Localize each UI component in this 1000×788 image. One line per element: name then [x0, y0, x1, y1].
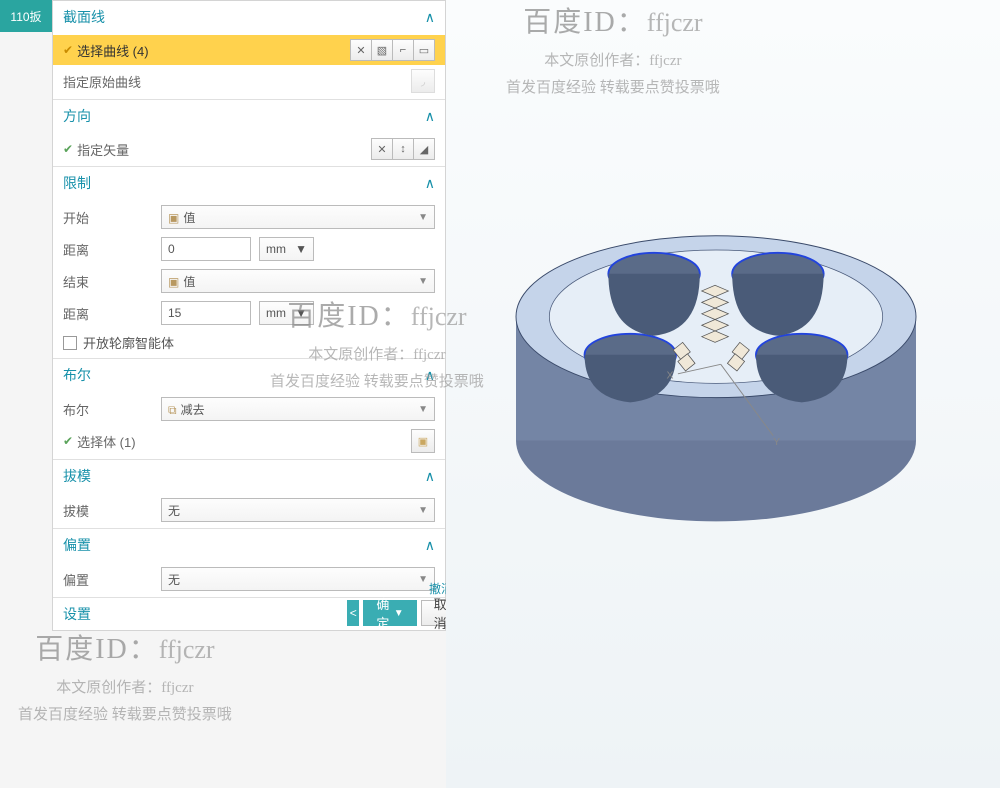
dist1-input[interactable]: 0	[161, 237, 251, 261]
start-select[interactable]: ▣值▼	[161, 205, 435, 229]
dropdown-icon: ▼	[295, 306, 307, 320]
section-curves: 截面线∧ ✔ 选择曲线 (4) ✕ ▧ ⌐ ▭ 指定原始曲线 ◞	[53, 1, 445, 99]
section-header-curves[interactable]: 截面线∧	[53, 1, 445, 33]
vector-tool-icon-3[interactable]: ◢	[413, 138, 435, 160]
vector-tool-icon-2[interactable]: ↕	[392, 138, 414, 160]
section-draft: 拔模∧ 拔模 无▼	[53, 459, 445, 528]
section-header-draft[interactable]: 拔模∧	[53, 460, 445, 492]
unit-select-2[interactable]: mm▼	[259, 301, 314, 325]
value-icon: ▣	[168, 275, 179, 289]
prev-button[interactable]: <	[347, 600, 359, 626]
check-icon: ✔	[63, 43, 73, 57]
bool-select[interactable]: ⧉减去▼	[161, 397, 435, 421]
dropdown-icon: ▼	[418, 404, 428, 415]
dialog-panel: 截面线∧ ✔ 选择曲线 (4) ✕ ▧ ⌐ ▭ 指定原始曲线 ◞ 方向∧	[52, 0, 446, 631]
side-tab[interactable]: 110扳	[0, 0, 52, 32]
curve-tool-icon-1[interactable]: ✕	[350, 39, 372, 61]
section-header-offset[interactable]: 偏置∧	[53, 529, 445, 561]
section-limits: 限制∧ 开始 ▣值▼ 距离 0 mm▼ 结束 ▣值▼ 距离 15 mm▼	[53, 166, 445, 358]
end-row: 结束 ▣值▼	[53, 265, 445, 297]
unit-select-1[interactable]: mm▼	[259, 237, 314, 261]
ok-button[interactable]: 确定 ▼	[363, 600, 416, 626]
sketch-icon[interactable]: ◞	[411, 69, 435, 93]
section-header-boolean[interactable]: 布尔∧	[53, 359, 445, 391]
dist1-row: 距离 0 mm▼	[53, 233, 445, 265]
value-icon: ▣	[168, 211, 179, 225]
chevron-up-icon: ∧	[425, 468, 435, 485]
section-direction: 方向∧ ✔ 指定矢量 ✕ ↕ ◢	[53, 99, 445, 166]
end-select[interactable]: ▣值▼	[161, 269, 435, 293]
model-3d: X Y	[476, 150, 956, 550]
curve-tool-icon-4[interactable]: ▭	[413, 39, 435, 61]
check-icon: ✔	[63, 434, 73, 448]
dropdown-icon: ▼	[418, 505, 428, 516]
section-header-limits[interactable]: 限制∧	[53, 167, 445, 199]
select-curve-row[interactable]: ✔ 选择曲线 (4) ✕ ▧ ⌐ ▭	[53, 35, 445, 65]
bool-row: 布尔 ⧉减去▼	[53, 393, 445, 425]
chevron-up-icon: ∧	[425, 108, 435, 125]
dist2-row: 距离 15 mm▼	[53, 297, 445, 329]
open-profile-row[interactable]: 开放轮廓智能体	[53, 329, 445, 356]
specify-orig-curve-row[interactable]: 指定原始曲线 ◞	[53, 65, 445, 97]
curve-tool-icon-3[interactable]: ⌐	[392, 39, 414, 61]
subtract-icon: ⧉	[168, 403, 177, 418]
dropdown-icon: ▼	[418, 212, 428, 223]
check-icon: ✔	[63, 142, 73, 156]
watermark: 百度ID：ffjczr 本文原创作者：ffjczr 首发百度经验 转载要点赞投票…	[506, 0, 720, 102]
dropdown-icon: ▼	[295, 242, 307, 256]
draft-select[interactable]: 无▼	[161, 498, 435, 522]
dist2-input[interactable]: 15	[161, 301, 251, 325]
svg-text:X: X	[666, 371, 673, 382]
chevron-up-icon: ∧	[425, 537, 435, 554]
section-boolean: 布尔∧ 布尔 ⧉减去▼ ✔ 选择体 (1) ▣	[53, 358, 445, 459]
svg-text:Y: Y	[773, 437, 780, 448]
dropdown-icon: ▼	[418, 276, 428, 287]
draft-row: 拔模 无▼	[53, 494, 445, 526]
chevron-up-icon: ∧	[425, 175, 435, 192]
watermark: 百度ID：ffjczr 本文原创作者：ffjczr 首发百度经验 转载要点赞投票…	[18, 625, 232, 729]
section-header-direction[interactable]: 方向∧	[53, 100, 445, 132]
vector-tool-icon-1[interactable]: ✕	[371, 138, 393, 160]
chevron-up-icon: ∧	[425, 367, 435, 384]
chevron-up-icon: ∧	[425, 9, 435, 26]
open-profile-checkbox[interactable]	[63, 336, 77, 350]
select-body-row[interactable]: ✔ 选择体 (1) ▣	[53, 425, 445, 457]
body-icon[interactable]: ▣	[411, 429, 435, 453]
curve-tool-icon-2[interactable]: ▧	[371, 39, 393, 61]
start-row: 开始 ▣值▼	[53, 201, 445, 233]
viewport-3d[interactable]: X Y 百度ID：ffjczr 本文原创作者：ffjczr 首发百度经验 转载要…	[446, 0, 1000, 788]
specify-vector-row[interactable]: ✔ 指定矢量 ✕ ↕ ◢	[53, 134, 445, 164]
